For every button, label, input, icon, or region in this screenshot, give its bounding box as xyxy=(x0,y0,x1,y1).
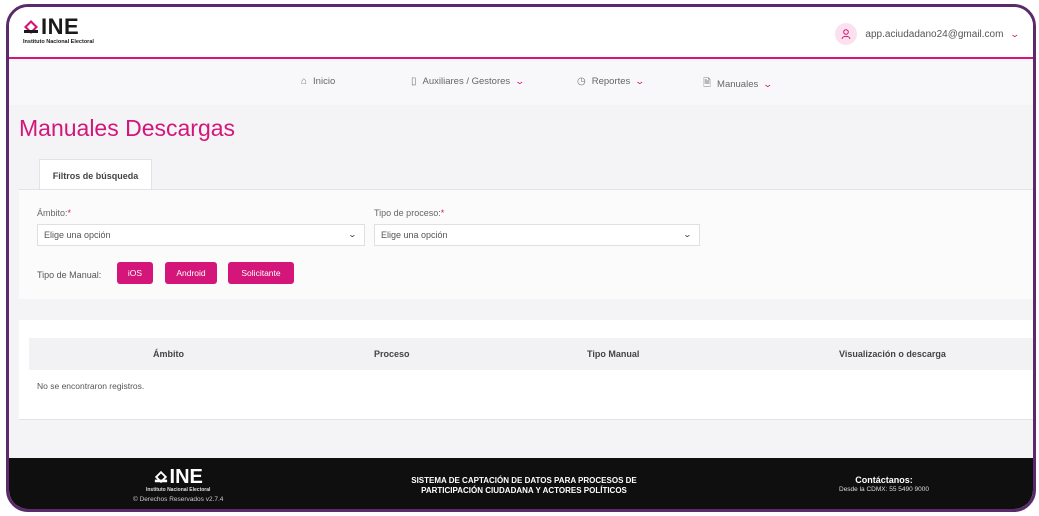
footer-system-line2: PARTICIPACIÓN CIUDADANA Y ACTORES POLÍTI… xyxy=(421,486,627,495)
chevron-down-icon: ⌄ xyxy=(762,79,774,89)
android-button[interactable]: Android xyxy=(165,262,217,284)
logo-diamond-icon xyxy=(154,470,167,484)
footer-logo-text: INE xyxy=(169,466,203,488)
chevron-down-icon: ⌄ xyxy=(634,76,646,86)
app-window: INE Instituto Nacional Electoral app.aci… xyxy=(6,4,1036,512)
user-avatar[interactable] xyxy=(835,23,858,45)
col-proceso[interactable]: Proceso xyxy=(374,349,410,359)
logo-diamond-icon xyxy=(24,20,38,34)
empty-message: No se encontraron registros. xyxy=(37,381,145,391)
solicitante-button[interactable]: Solicitante xyxy=(228,262,294,284)
proceso-select[interactable]: Elige una opción ⌄ xyxy=(374,224,700,246)
ambito-select[interactable]: Elige una opción ⌄ xyxy=(37,224,365,246)
page-title: Manuales Descargas xyxy=(19,115,236,141)
clock-icon: ◷ xyxy=(577,76,586,87)
chevron-down-icon: ⌄ xyxy=(347,230,358,239)
nav-item-label: Auxiliares / Gestores xyxy=(422,76,511,87)
nav-item-auxiliares[interactable]: ▯ Auxiliares / Gestores ⌄ xyxy=(411,76,526,87)
chevron-down-icon: ⌄ xyxy=(514,76,526,86)
footer-system-line1: SISTEMA DE CAPTACIÓN DE DATOS PARA PROCE… xyxy=(411,476,637,485)
nav-item-inicio[interactable]: ⌂ Inicio xyxy=(301,76,335,87)
nav-item-label: Reportes xyxy=(591,76,631,87)
chevron-down-icon[interactable]: ⌄ xyxy=(1010,29,1021,40)
ambito-label-text: Ámbito: xyxy=(37,208,68,218)
footer-contact-title: Contáctanos: xyxy=(855,475,913,485)
proceso-label: Tipo de proceso:* xyxy=(374,208,444,218)
footer-logo: INE Instituto Nacional Electoral © Derec… xyxy=(133,467,223,503)
nav-item-label: Inicio xyxy=(313,76,336,87)
filters-panel: Ámbito:* Elige una opción ⌄ Tipo de proc… xyxy=(19,189,1033,299)
logo-text: INE xyxy=(41,14,80,39)
col-ambito[interactable]: Ámbito xyxy=(153,349,184,359)
user-email[interactable]: app.aciudadano24@gmail.com xyxy=(865,29,1003,40)
nav-item-label: Manuales xyxy=(717,79,759,90)
top-header: INE Instituto Nacional Electoral app.aci… xyxy=(9,7,1033,59)
ios-button[interactable]: iOS xyxy=(117,262,153,284)
col-visualizacion[interactable]: Visualización o descarga xyxy=(839,349,946,359)
home-icon: ⌂ xyxy=(301,76,308,87)
proceso-label-text: Tipo de proceso: xyxy=(374,208,441,218)
ambito-select-value: Elige una opción xyxy=(44,230,111,240)
tab-filtros[interactable]: Filtros de búsqueda xyxy=(39,159,152,191)
nav-item-reportes[interactable]: ◷ Reportes ⌄ xyxy=(577,76,646,87)
ambito-label: Ámbito:* xyxy=(37,208,71,218)
tipo-manual-label: Tipo de Manual: xyxy=(37,270,102,280)
table-header: Ámbito Proceso Tipo Manual Visualización… xyxy=(29,338,1033,370)
user-menu[interactable]: app.aciudadano24@gmail.com ⌄ xyxy=(835,23,1021,45)
col-tipo-manual[interactable]: Tipo Manual xyxy=(587,349,639,359)
required-mark: * xyxy=(67,208,72,218)
user-icon xyxy=(841,29,851,40)
footer-system-name: SISTEMA DE CAPTACIÓN DE DATOS PARA PROCE… xyxy=(389,476,659,496)
footer-logo-subtitle: Instituto Nacional Electoral xyxy=(145,487,211,493)
footer: INE Instituto Nacional Electoral © Derec… xyxy=(9,458,1033,509)
required-mark: * xyxy=(440,208,445,218)
results-panel: Ámbito Proceso Tipo Manual Visualización… xyxy=(19,320,1033,420)
chevron-down-icon: ⌄ xyxy=(682,230,693,239)
nav-item-manuales[interactable]: 🗎 Manuales ⌄ xyxy=(703,76,774,93)
document-icon: 🗎 xyxy=(703,78,712,89)
logo-subtitle: Instituto Nacional Electoral xyxy=(23,39,94,45)
footer-rights: © Derechos Reservados v2.7.4 xyxy=(133,496,224,503)
footer-contact: Contáctanos: Desde la CDMX: 55 5490 9000 xyxy=(819,475,949,493)
footer-contact-phone[interactable]: Desde la CDMX: 55 5490 9000 xyxy=(819,486,949,493)
ine-logo[interactable]: INE Instituto Nacional Electoral xyxy=(23,14,94,46)
proceso-select-value: Elige una opción xyxy=(381,230,448,240)
main-nav: ⌂ Inicio ▯ Auxiliares / Gestores ⌄ ◷ Rep… xyxy=(9,61,1033,105)
clipboard-icon: ▯ xyxy=(411,76,417,87)
